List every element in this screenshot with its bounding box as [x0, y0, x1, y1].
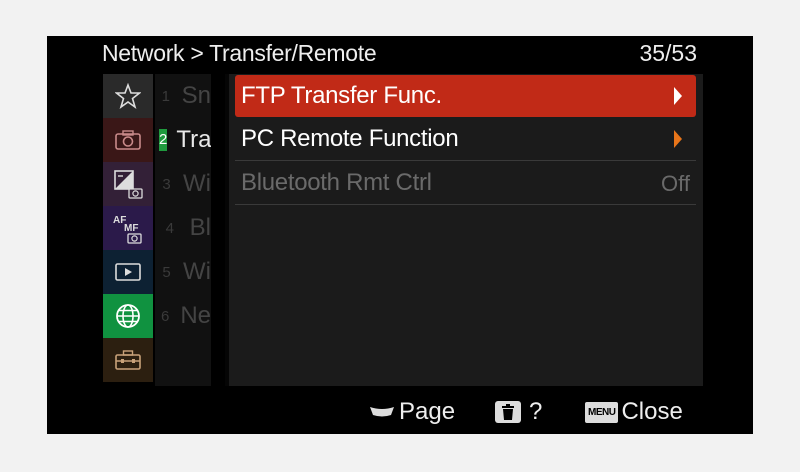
sidebar-item-setup[interactable]	[103, 338, 153, 382]
mf-text: MF	[124, 223, 138, 234]
sidebar-item-focus[interactable]: AF MF	[103, 206, 153, 250]
subcategory-number: 4	[165, 219, 174, 237]
button-guide-bar: Page ? MENU Close	[47, 394, 753, 434]
subcategory-label: Sn	[181, 82, 211, 109]
subcategory-item[interactable]: 6 Ne	[155, 294, 211, 338]
menu-item-pc-remote[interactable]: PC Remote Function	[235, 118, 696, 161]
page-hint: Page	[369, 398, 455, 426]
camera-menu-screen: Network > Transfer/Remote 35/53 AF MF 1 …	[47, 36, 753, 434]
menu-item-label: Bluetooth Rmt Ctrl	[241, 169, 432, 196]
star-icon	[115, 83, 141, 109]
subcategory-label: Bl	[189, 214, 211, 241]
category-sidebar: AF MF	[103, 74, 153, 382]
subcategory-list: 1 Sn 2 Tra 3 Wi 4 Bl 5 Wi 6 Ne	[155, 74, 211, 386]
subcategory-item[interactable]: 4 Bl	[155, 206, 211, 250]
exposure-camera-icon	[114, 170, 143, 199]
afmf-icon: AF MF	[113, 215, 142, 244]
subcategory-label: Wi	[183, 170, 211, 197]
toolbox-icon	[115, 350, 141, 370]
sidebar-item-exposure[interactable]	[103, 162, 153, 206]
camera-icon	[115, 130, 141, 150]
sidebar-item-shooting[interactable]	[103, 118, 153, 162]
trash-icon	[495, 401, 521, 423]
page-hint-label: Page	[399, 398, 456, 425]
chevron-right-icon	[674, 130, 682, 148]
close-hint: MENU Close	[585, 398, 683, 426]
subcategory-number: 6	[160, 307, 170, 325]
sidebar-item-network[interactable]	[103, 294, 153, 338]
subcategory-item-active[interactable]: 2 Tra	[155, 118, 211, 162]
menu-item-label: PC Remote Function	[241, 125, 459, 152]
sidebar-item-favorites[interactable]	[103, 74, 153, 118]
chevron-right-icon	[674, 87, 682, 105]
subcategory-number: 2	[159, 129, 168, 151]
subcategory-label: Ne	[180, 302, 211, 329]
help-hint: ?	[495, 398, 542, 426]
subcategory-item[interactable]: 1 Sn	[155, 74, 211, 118]
menu-panel: FTP Transfer Func. PC Remote Function Bl…	[225, 74, 703, 386]
subcategory-label: Tra	[176, 126, 211, 153]
subcategory-item[interactable]: 5 Wi	[155, 250, 211, 294]
menu-button-icon: MENU	[585, 401, 619, 423]
subcategory-number: 5	[162, 263, 171, 281]
menu-item-bluetooth-remote: Bluetooth Rmt Ctrl Off	[235, 162, 696, 205]
globe-icon	[116, 304, 140, 328]
subcategory-number: 1	[161, 87, 170, 105]
page-counter: 35/53	[639, 40, 697, 66]
subcategory-label: Wi	[183, 258, 211, 285]
breadcrumb: Network > Transfer/Remote	[102, 40, 377, 66]
play-icon	[115, 263, 141, 281]
help-hint-label: ?	[529, 398, 543, 425]
menu-item-ftp-transfer[interactable]: FTP Transfer Func.	[235, 75, 696, 117]
menu-item-value: Off	[661, 171, 690, 196]
control-wheel-icon	[370, 407, 394, 417]
close-hint-label: Close	[621, 398, 683, 425]
sidebar-item-playback[interactable]	[103, 250, 153, 294]
subcategory-number: 3	[162, 175, 171, 193]
menu-item-label: FTP Transfer Func.	[241, 82, 442, 109]
subcategory-item[interactable]: 3 Wi	[155, 162, 211, 206]
